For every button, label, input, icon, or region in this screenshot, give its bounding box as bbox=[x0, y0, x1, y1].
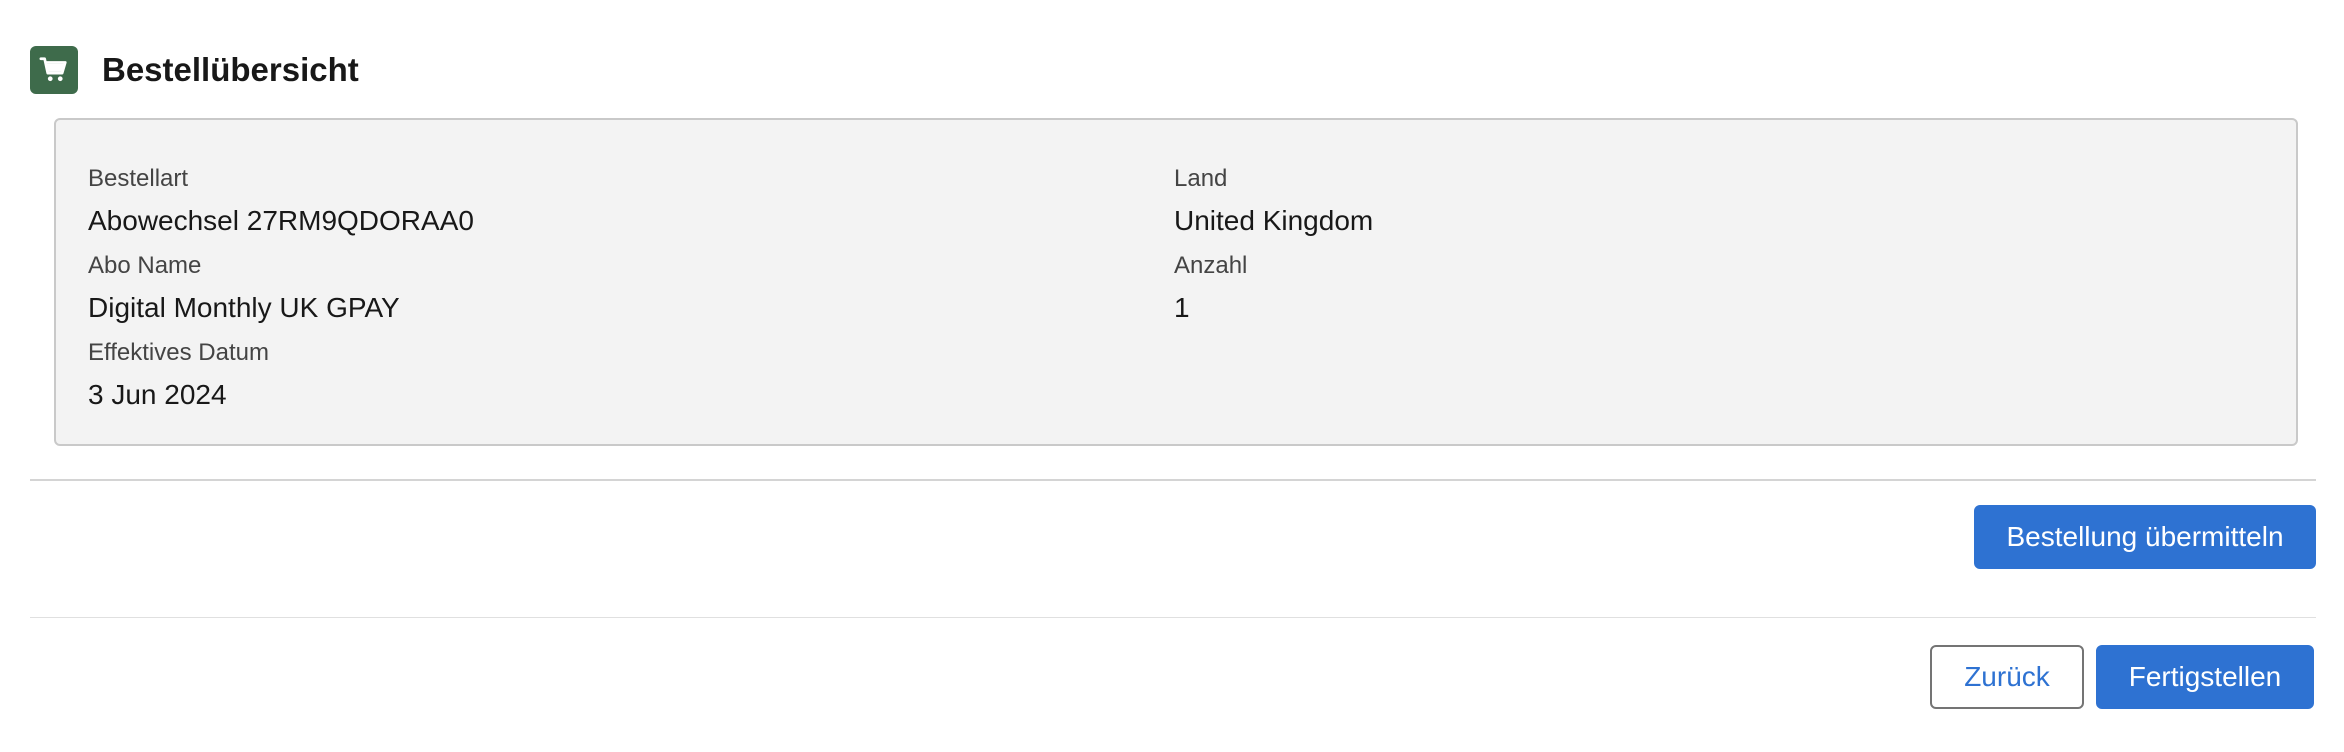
field-country: Land United Kingdom bbox=[1174, 164, 1373, 251]
footer-divider bbox=[30, 617, 2316, 618]
field-label: Effektives Datum bbox=[88, 339, 269, 366]
shopping-cart-icon bbox=[30, 46, 78, 94]
summary-right-column: Land United Kingdom Anzahl 1 bbox=[1174, 164, 1373, 338]
field-label: Abo Name bbox=[88, 252, 202, 279]
field-label: Land bbox=[1174, 165, 1228, 192]
field-order-type: Bestellart Abowechsel 27RM9QDORAA0 bbox=[88, 164, 474, 251]
field-value: United Kingdom bbox=[1174, 205, 1374, 236]
summary-left-column: Bestellart Abowechsel 27RM9QDORAA0 Abo N… bbox=[88, 164, 474, 425]
field-value: 3 Jun 2024 bbox=[88, 379, 227, 410]
field-value: Abowechsel 27RM9QDORAA0 bbox=[88, 205, 474, 236]
field-value: 1 bbox=[1174, 292, 1190, 323]
field-effective-date: Effektives Datum 3 Jun 2024 bbox=[88, 338, 474, 425]
back-button[interactable]: Zurück bbox=[1930, 645, 2084, 709]
order-summary-panel: Bestellart Abowechsel 27RM9QDORAA0 Abo N… bbox=[54, 118, 2298, 446]
field-label: Bestellart bbox=[88, 165, 189, 192]
field-value: Digital Monthly UK GPAY bbox=[88, 292, 400, 323]
page-header: Bestellübersicht bbox=[30, 45, 359, 95]
finish-button[interactable]: Fertigstellen bbox=[2096, 645, 2314, 709]
field-label: Anzahl bbox=[1174, 252, 1248, 279]
field-quantity: Anzahl 1 bbox=[1174, 251, 1373, 338]
field-subscription-name: Abo Name Digital Monthly UK GPAY bbox=[88, 251, 474, 338]
divider bbox=[30, 479, 2316, 481]
page-title: Bestellübersicht bbox=[102, 51, 359, 88]
submit-order-button[interactable]: Bestellung übermitteln bbox=[1974, 505, 2316, 569]
